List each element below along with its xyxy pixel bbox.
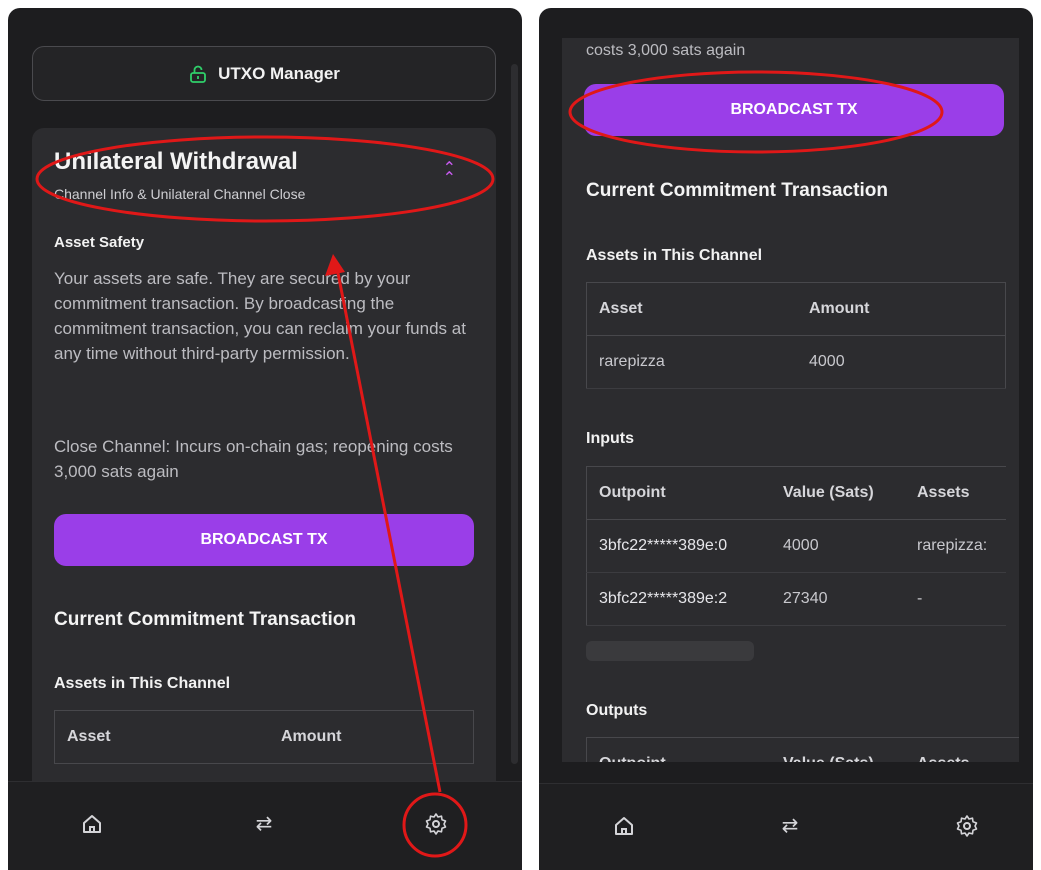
swap-icon[interactable]: ⇄	[778, 814, 802, 838]
swap-icon[interactable]: ⇄	[252, 812, 276, 836]
column-header-asset: Asset	[586, 282, 797, 336]
table-header-row: Asset Amount	[54, 710, 474, 764]
unilateral-withdrawal-card: Unilateral Withdrawal Channel Info & Uni…	[32, 128, 496, 782]
card-scroll-area: costs 3,000 sats again BROADCAST TX Curr…	[562, 38, 1019, 762]
scrollbar[interactable]	[511, 64, 518, 764]
column-header-value: Value (Sats)	[771, 737, 905, 762]
column-header-amount: Amount	[269, 710, 474, 764]
value-cell: 4000	[771, 519, 905, 573]
commitment-heading: Current Commitment Transaction	[54, 609, 356, 630]
assets-heading: Assets in This Channel	[586, 247, 763, 264]
asset-cell: rarepizza	[586, 335, 797, 389]
table-row: 3bfc22*****389e:2 27340 -	[586, 572, 1006, 626]
unlock-icon	[190, 65, 206, 83]
table-header-row: Outpoint Value (Sats) Assets	[586, 466, 1006, 520]
card-subtitle: Channel Info & Unilateral Channel Close	[54, 186, 306, 202]
outputs-heading: Outputs	[586, 702, 648, 719]
inputs-table: Outpoint Value (Sats) Assets 3bfc22*****…	[586, 466, 1006, 626]
card-title: Unilateral Withdrawal	[54, 148, 298, 175]
horizontal-scrollbar[interactable]	[586, 641, 754, 661]
column-header-value: Value (Sats)	[771, 466, 905, 520]
left-wallet-panel: UTXO Manager Unilateral Withdrawal Chann…	[8, 8, 522, 870]
outputs-table: Outpoint Value (Sats) Assets	[586, 737, 1019, 762]
value-cell: 27340	[771, 572, 905, 626]
close-channel-text-tail: costs 3,000 sats again	[586, 42, 746, 59]
column-header-asset: Asset	[54, 710, 269, 764]
table-header-row: Asset Amount	[586, 282, 1006, 336]
commitment-heading: Current Commitment Transaction	[586, 180, 888, 201]
home-icon[interactable]	[612, 814, 636, 838]
bottom-nav: ⇄	[539, 783, 1033, 870]
outpoint-cell: 3bfc22*****389e:2	[586, 572, 771, 626]
assets-table: Asset Amount rarepizza 4000	[586, 282, 1006, 389]
column-header-assets: Assets	[905, 737, 1019, 762]
broadcast-tx-button[interactable]: BROADCAST TX	[54, 514, 474, 566]
column-header-assets: Assets	[905, 466, 1006, 520]
inputs-heading: Inputs	[586, 430, 634, 447]
table-row: rarepizza 4000	[586, 335, 1006, 389]
broadcast-tx-button[interactable]: BROADCAST TX	[584, 84, 1004, 136]
table-row: 3bfc22*****389e:0 4000 rarepizza:	[586, 519, 1006, 573]
settings-icon[interactable]	[424, 812, 448, 836]
inputs-table-wrapper[interactable]: Outpoint Value (Sats) Assets 3bfc22*****…	[586, 466, 1006, 626]
right-wallet-panel: costs 3,000 sats again BROADCAST TX Curr…	[539, 8, 1033, 870]
assets-table: Asset Amount	[54, 710, 474, 764]
table-header-row: Outpoint Value (Sats) Assets	[586, 737, 1019, 762]
settings-icon[interactable]	[955, 814, 979, 838]
assets-heading: Assets in This Channel	[54, 675, 231, 692]
scroll-area: UTXO Manager Unilateral Withdrawal Chann…	[8, 8, 522, 782]
collapse-chevron-icon[interactable]: ⌃ ⌃	[443, 161, 456, 187]
column-header-amount: Amount	[797, 282, 1006, 336]
column-header-outpoint: Outpoint	[586, 466, 771, 520]
bottom-nav: ⇄	[8, 781, 522, 870]
outpoint-cell: 3bfc22*****389e:0	[586, 519, 771, 573]
column-header-outpoint: Outpoint	[586, 737, 771, 762]
assets-cell: rarepizza:	[905, 519, 1006, 573]
utxo-manager-label: UTXO Manager	[218, 63, 340, 83]
close-channel-text: Close Channel: Incurs on-chain gas; reop…	[54, 437, 453, 481]
asset-safety-heading: Asset Safety	[54, 234, 145, 251]
amount-cell: 4000	[797, 335, 1006, 389]
assets-cell: -	[905, 572, 1006, 626]
utxo-manager-button[interactable]: UTXO Manager	[32, 46, 496, 101]
home-icon[interactable]	[80, 812, 104, 836]
asset-safety-text: Your assets are safe. They are secured b…	[54, 269, 466, 363]
